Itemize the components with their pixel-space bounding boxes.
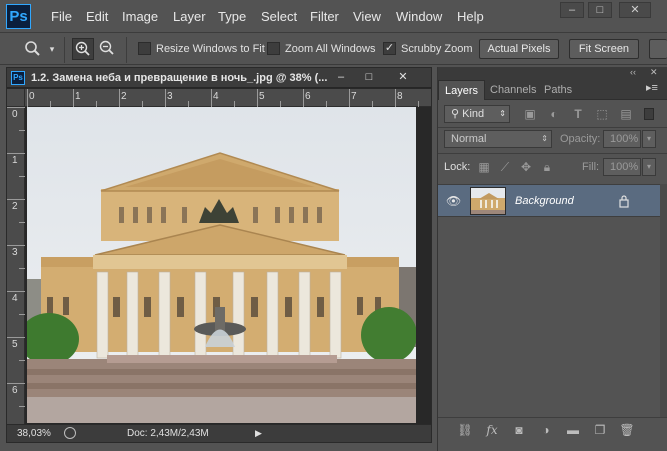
zoom-tool-icon[interactable]: [22, 38, 44, 60]
fit-screen-button[interactable]: Fit Screen: [569, 39, 639, 59]
ruler-origin[interactable]: [7, 89, 25, 107]
lock-all-icon[interactable]: 🔒︎: [539, 159, 555, 175]
add-mask-icon[interactable]: ◙: [510, 422, 528, 438]
doc-size-info: Doc: 2,43M/2,43M: [127, 428, 209, 439]
tab-paths[interactable]: Paths: [538, 80, 578, 100]
divider: [64, 37, 65, 63]
menu-layer[interactable]: Layer: [173, 9, 206, 24]
menu-file[interactable]: File: [51, 9, 72, 24]
bolshoi-theatre-photo: [27, 107, 416, 423]
doc-minimize-button[interactable]: –: [329, 70, 353, 85]
delete-layer-trash-icon[interactable]: 🗑︎: [618, 422, 636, 438]
lock-position-move-icon[interactable]: ✥: [518, 159, 534, 175]
close-panel-icon[interactable]: ✕: [650, 67, 658, 78]
minimize-button[interactable]: –: [560, 2, 584, 18]
divider: [438, 153, 667, 154]
lock-image-brush-icon[interactable]: ⟋: [497, 159, 513, 175]
layer-filter-select[interactable]: ⚲ Kind ⇕: [444, 105, 510, 123]
status-info-icon[interactable]: [64, 427, 76, 439]
new-group-folder-icon[interactable]: ▬: [564, 422, 582, 438]
divider: [126, 37, 127, 63]
layer-name[interactable]: Background: [515, 195, 574, 207]
filter-toggle-switch[interactable]: [644, 108, 654, 120]
fill-input[interactable]: 100%: [603, 158, 641, 176]
divider: [438, 127, 667, 128]
document-title: 1.2. Замена неба и превращение в ночь_.j…: [31, 72, 328, 84]
filter-smart-object-icon[interactable]: ▤: [618, 106, 634, 122]
maximize-button[interactable]: □: [588, 2, 612, 18]
options-bar: ▾ Resize Windows to Fit Zoom All Windows…: [0, 34, 667, 65]
zoom-out-icon[interactable]: [96, 38, 118, 60]
lock-transparency-icon[interactable]: ▦: [476, 159, 492, 175]
blend-mode-select[interactable]: Normal ⇕: [444, 130, 552, 148]
zoom-all-windows-label: Zoom All Windows: [285, 43, 376, 55]
photoshop-doc-icon: Ps: [11, 71, 25, 85]
fill-label: Fill:: [582, 161, 600, 173]
tab-layers[interactable]: Layers: [438, 80, 486, 100]
doc-maximize-button[interactable]: □: [357, 70, 381, 85]
fx-layer-style-icon[interactable]: fx: [483, 422, 501, 438]
menu-type[interactable]: Type: [218, 9, 246, 24]
scrubby-zoom-label: Scrubby Zoom: [401, 43, 473, 55]
horizontal-ruler[interactable]: 0 1 2 3 4 5 6 7 8: [25, 89, 431, 107]
menu-view[interactable]: View: [353, 9, 381, 24]
chevron-updown-icon: ⇕: [499, 109, 506, 118]
tab-channels[interactable]: Channels: [484, 80, 542, 100]
opacity-chevron-down-icon[interactable]: ▾: [642, 130, 656, 148]
link-layers-icon[interactable]: ⛓︎: [456, 422, 474, 438]
panel-menu-icon[interactable]: ▸≡: [646, 81, 658, 94]
panel-tabs: Layers Channels Paths ▸≡: [438, 80, 667, 100]
canvas-area[interactable]: [25, 107, 431, 424]
menu-filter[interactable]: Filter: [310, 9, 339, 24]
close-button[interactable]: ✕: [619, 2, 651, 18]
chevron-updown-icon: ⇕: [541, 134, 548, 143]
layer-row-background[interactable]: 👁︎ Background: [438, 184, 660, 217]
filter-adjustment-icon[interactable]: ◐: [546, 106, 562, 122]
adjustment-layer-icon[interactable]: ◑: [537, 422, 555, 438]
blend-mode-value: Normal: [451, 133, 487, 145]
status-menu-arrow-icon[interactable]: ▶: [255, 428, 262, 439]
actual-pixels-button[interactable]: Actual Pixels: [479, 39, 559, 59]
layers-panel: ‹‹ ✕ Layers Channels Paths ▸≡ ⚲ Kind ⇕ ▣ …: [437, 67, 667, 451]
scrubby-zoom-checkbox[interactable]: ✓: [383, 42, 396, 55]
status-bar: 38,03% Doc: 2,43M/2,43M ▶: [7, 424, 431, 442]
document-window: Ps 1.2. Замена неба и превращение в ночь…: [6, 67, 432, 443]
layer-thumbnail: [470, 187, 506, 215]
layers-footer: ⛓︎ fx ◙ ◑ ▬ ❐ 🗑︎: [438, 417, 667, 441]
opacity-label: Opacity:: [560, 133, 601, 145]
menu-image[interactable]: Image: [122, 9, 158, 24]
opacity-input[interactable]: 100%: [603, 130, 641, 148]
filter-kind-value: Kind: [462, 108, 485, 120]
resize-windows-label: Resize Windows to Fit: [156, 43, 265, 55]
new-layer-icon[interactable]: ❐: [591, 422, 609, 438]
menu-select[interactable]: Select: [261, 9, 297, 24]
layers-scrollbar[interactable]: [660, 184, 667, 417]
filter-pixel-icon[interactable]: ▣: [522, 106, 538, 122]
eye-visibility-icon[interactable]: 👁︎: [446, 194, 462, 208]
filter-search-icon: ⚲: [451, 108, 463, 120]
menu-window[interactable]: Window: [396, 9, 442, 24]
vertical-ruler[interactable]: 0 1 2 3 4 5 6: [7, 107, 25, 424]
document-tab[interactable]: Ps 1.2. Замена неба и превращение в ночь…: [7, 68, 431, 88]
zoom-all-windows-checkbox[interactable]: [267, 42, 280, 55]
layer-lock-icon: [618, 194, 630, 208]
fill-screen-button[interactable]: [649, 39, 667, 59]
fill-chevron-down-icon[interactable]: ▾: [642, 158, 656, 176]
collapse-panel-icon[interactable]: ‹‹: [630, 67, 636, 77]
zoom-in-icon[interactable]: [72, 38, 94, 60]
filter-shape-icon[interactable]: ⬚: [594, 106, 610, 122]
zoom-level[interactable]: 38,03%: [17, 428, 51, 439]
menu-help[interactable]: Help: [457, 9, 484, 24]
tool-preset-chevron-down-icon[interactable]: ▾: [46, 38, 58, 60]
menu-bar: Ps File Edit Image Layer Type Select Fil…: [0, 0, 667, 33]
filter-type-icon[interactable]: T: [570, 106, 586, 122]
menu-edit[interactable]: Edit: [86, 9, 108, 24]
resize-windows-checkbox[interactable]: [138, 42, 151, 55]
photoshop-logo: Ps: [6, 4, 31, 29]
panel-header-strip: ‹‹ ✕: [438, 67, 667, 80]
doc-close-button[interactable]: ✕: [391, 70, 415, 85]
lock-label: Lock:: [444, 161, 471, 173]
